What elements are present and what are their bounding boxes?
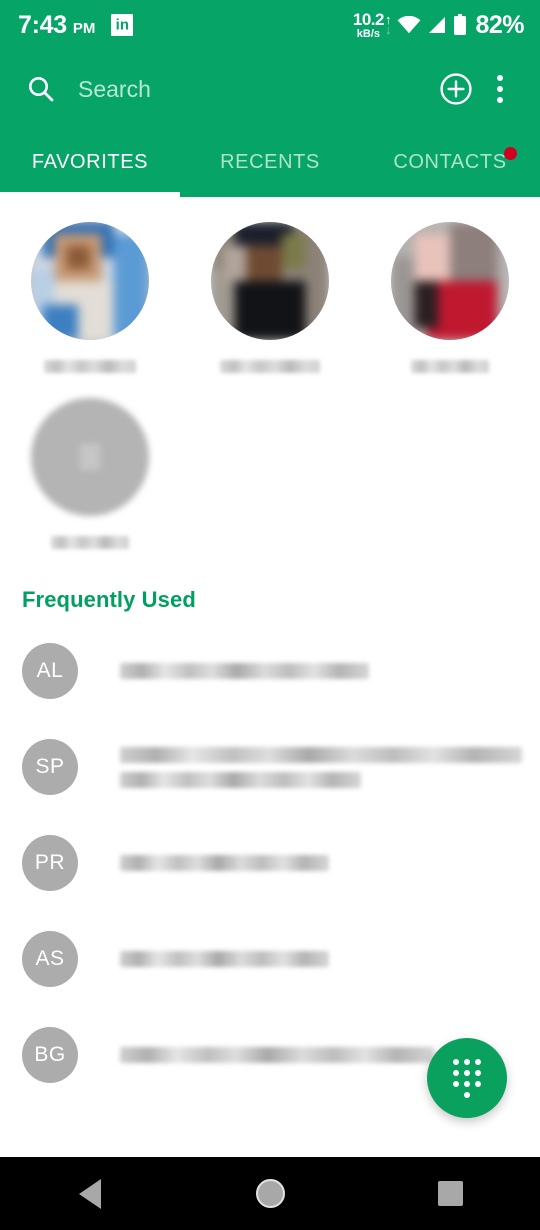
nav-home-button[interactable] [180, 1157, 360, 1230]
avatar-placeholder [31, 398, 149, 516]
status-bar-left: 7:43 PM [18, 10, 134, 40]
network-speed-value: 10.2 kB/s [352, 9, 385, 40]
avatar: SP [22, 739, 78, 795]
search-input[interactable] [78, 75, 434, 103]
list-item[interactable]: AL [0, 623, 540, 719]
redacted-line [120, 855, 330, 871]
app-bar [0, 50, 540, 128]
status-clock-ampm: PM [72, 19, 96, 37]
nav-back-button[interactable] [0, 1157, 180, 1230]
contact-photo [391, 222, 509, 340]
frequently-used-header: Frequently Used [22, 587, 196, 612]
tab-contacts-label: CONTACTS [393, 147, 517, 174]
favorite-name-redacted [44, 360, 136, 373]
favorite-item[interactable] [180, 209, 360, 385]
linkedin-icon [111, 14, 134, 36]
back-triangle-icon [79, 1178, 101, 1209]
recents-square-icon [437, 1181, 463, 1206]
avatar: AS [22, 931, 78, 987]
contact-photo [211, 222, 329, 340]
avatar: AL [22, 643, 78, 699]
network-rate: 10.2 [352, 9, 385, 29]
home-circle-icon [255, 1179, 285, 1208]
overflow-menu-button[interactable] [478, 67, 522, 111]
wifi-icon [397, 16, 421, 34]
redacted-line [120, 1047, 434, 1063]
favorite-name-redacted [411, 360, 489, 373]
avatar [31, 222, 149, 340]
network-unit: kB/s [356, 27, 381, 40]
system-navigation-bar [0, 1157, 540, 1230]
redacted-line [120, 746, 522, 763]
list-item[interactable]: SP [0, 719, 540, 815]
network-speed-indicator: 10.2 kB/s ↑ ↓ [353, 11, 392, 40]
tab-contacts[interactable]: CONTACTS [360, 128, 540, 197]
frequently-used-list: AL SP PR AS BG [0, 617, 540, 1103]
avatar: BG [22, 1027, 78, 1083]
redacted-line [120, 771, 362, 788]
content-area: Frequently Used AL SP PR AS BG [0, 197, 540, 1157]
battery-percentage: 82% [475, 10, 524, 39]
network-arrows-icon: ↑ ↓ [384, 13, 392, 37]
contact-name-redacted [120, 951, 522, 967]
contacts-badge-dot [503, 147, 517, 160]
favorite-item[interactable] [0, 209, 180, 385]
contact-name-redacted [120, 746, 522, 788]
list-item[interactable]: AS [0, 911, 540, 1007]
list-item[interactable]: PR [0, 815, 540, 911]
status-bar-right: 10.2 kB/s ↑ ↓ 82% [353, 10, 525, 40]
tab-favorites[interactable]: FAVORITES [0, 128, 180, 197]
redacted-line [120, 951, 330, 967]
arrow-down-icon: ↓ [384, 22, 392, 37]
favorite-item[interactable] [0, 385, 180, 561]
favorite-name-redacted [51, 536, 129, 549]
avatar: PR [22, 835, 78, 891]
favorite-item[interactable] [360, 209, 540, 385]
dialpad-fab-button[interactable] [427, 1038, 507, 1118]
dialpad-icon [452, 1058, 482, 1098]
contact-name-redacted [120, 855, 522, 871]
favorite-name-redacted [220, 360, 320, 373]
add-circle-icon [440, 73, 472, 105]
avatar [211, 222, 329, 340]
status-bar: 7:43 PM 10.2 kB/s ↑ ↓ 82% [0, 0, 540, 50]
avatar [391, 222, 509, 340]
contact-photo [31, 222, 149, 340]
battery-icon [453, 14, 467, 36]
overflow-menu-icon [485, 72, 515, 106]
cell-signal-icon [427, 16, 447, 34]
favorites-grid [0, 197, 540, 561]
tab-bar: FAVORITES RECENTS CONTACTS [0, 128, 540, 197]
nav-recents-button[interactable] [360, 1157, 540, 1230]
status-clock: 7:43 [18, 10, 67, 39]
search-icon[interactable] [26, 74, 56, 104]
tab-recents[interactable]: RECENTS [180, 128, 360, 197]
redacted-line [120, 663, 370, 679]
tab-recents-label: RECENTS [220, 151, 320, 173]
add-contact-button[interactable] [434, 67, 478, 111]
tab-favorites-label: FAVORITES [31, 151, 149, 173]
contact-name-redacted [120, 663, 522, 679]
